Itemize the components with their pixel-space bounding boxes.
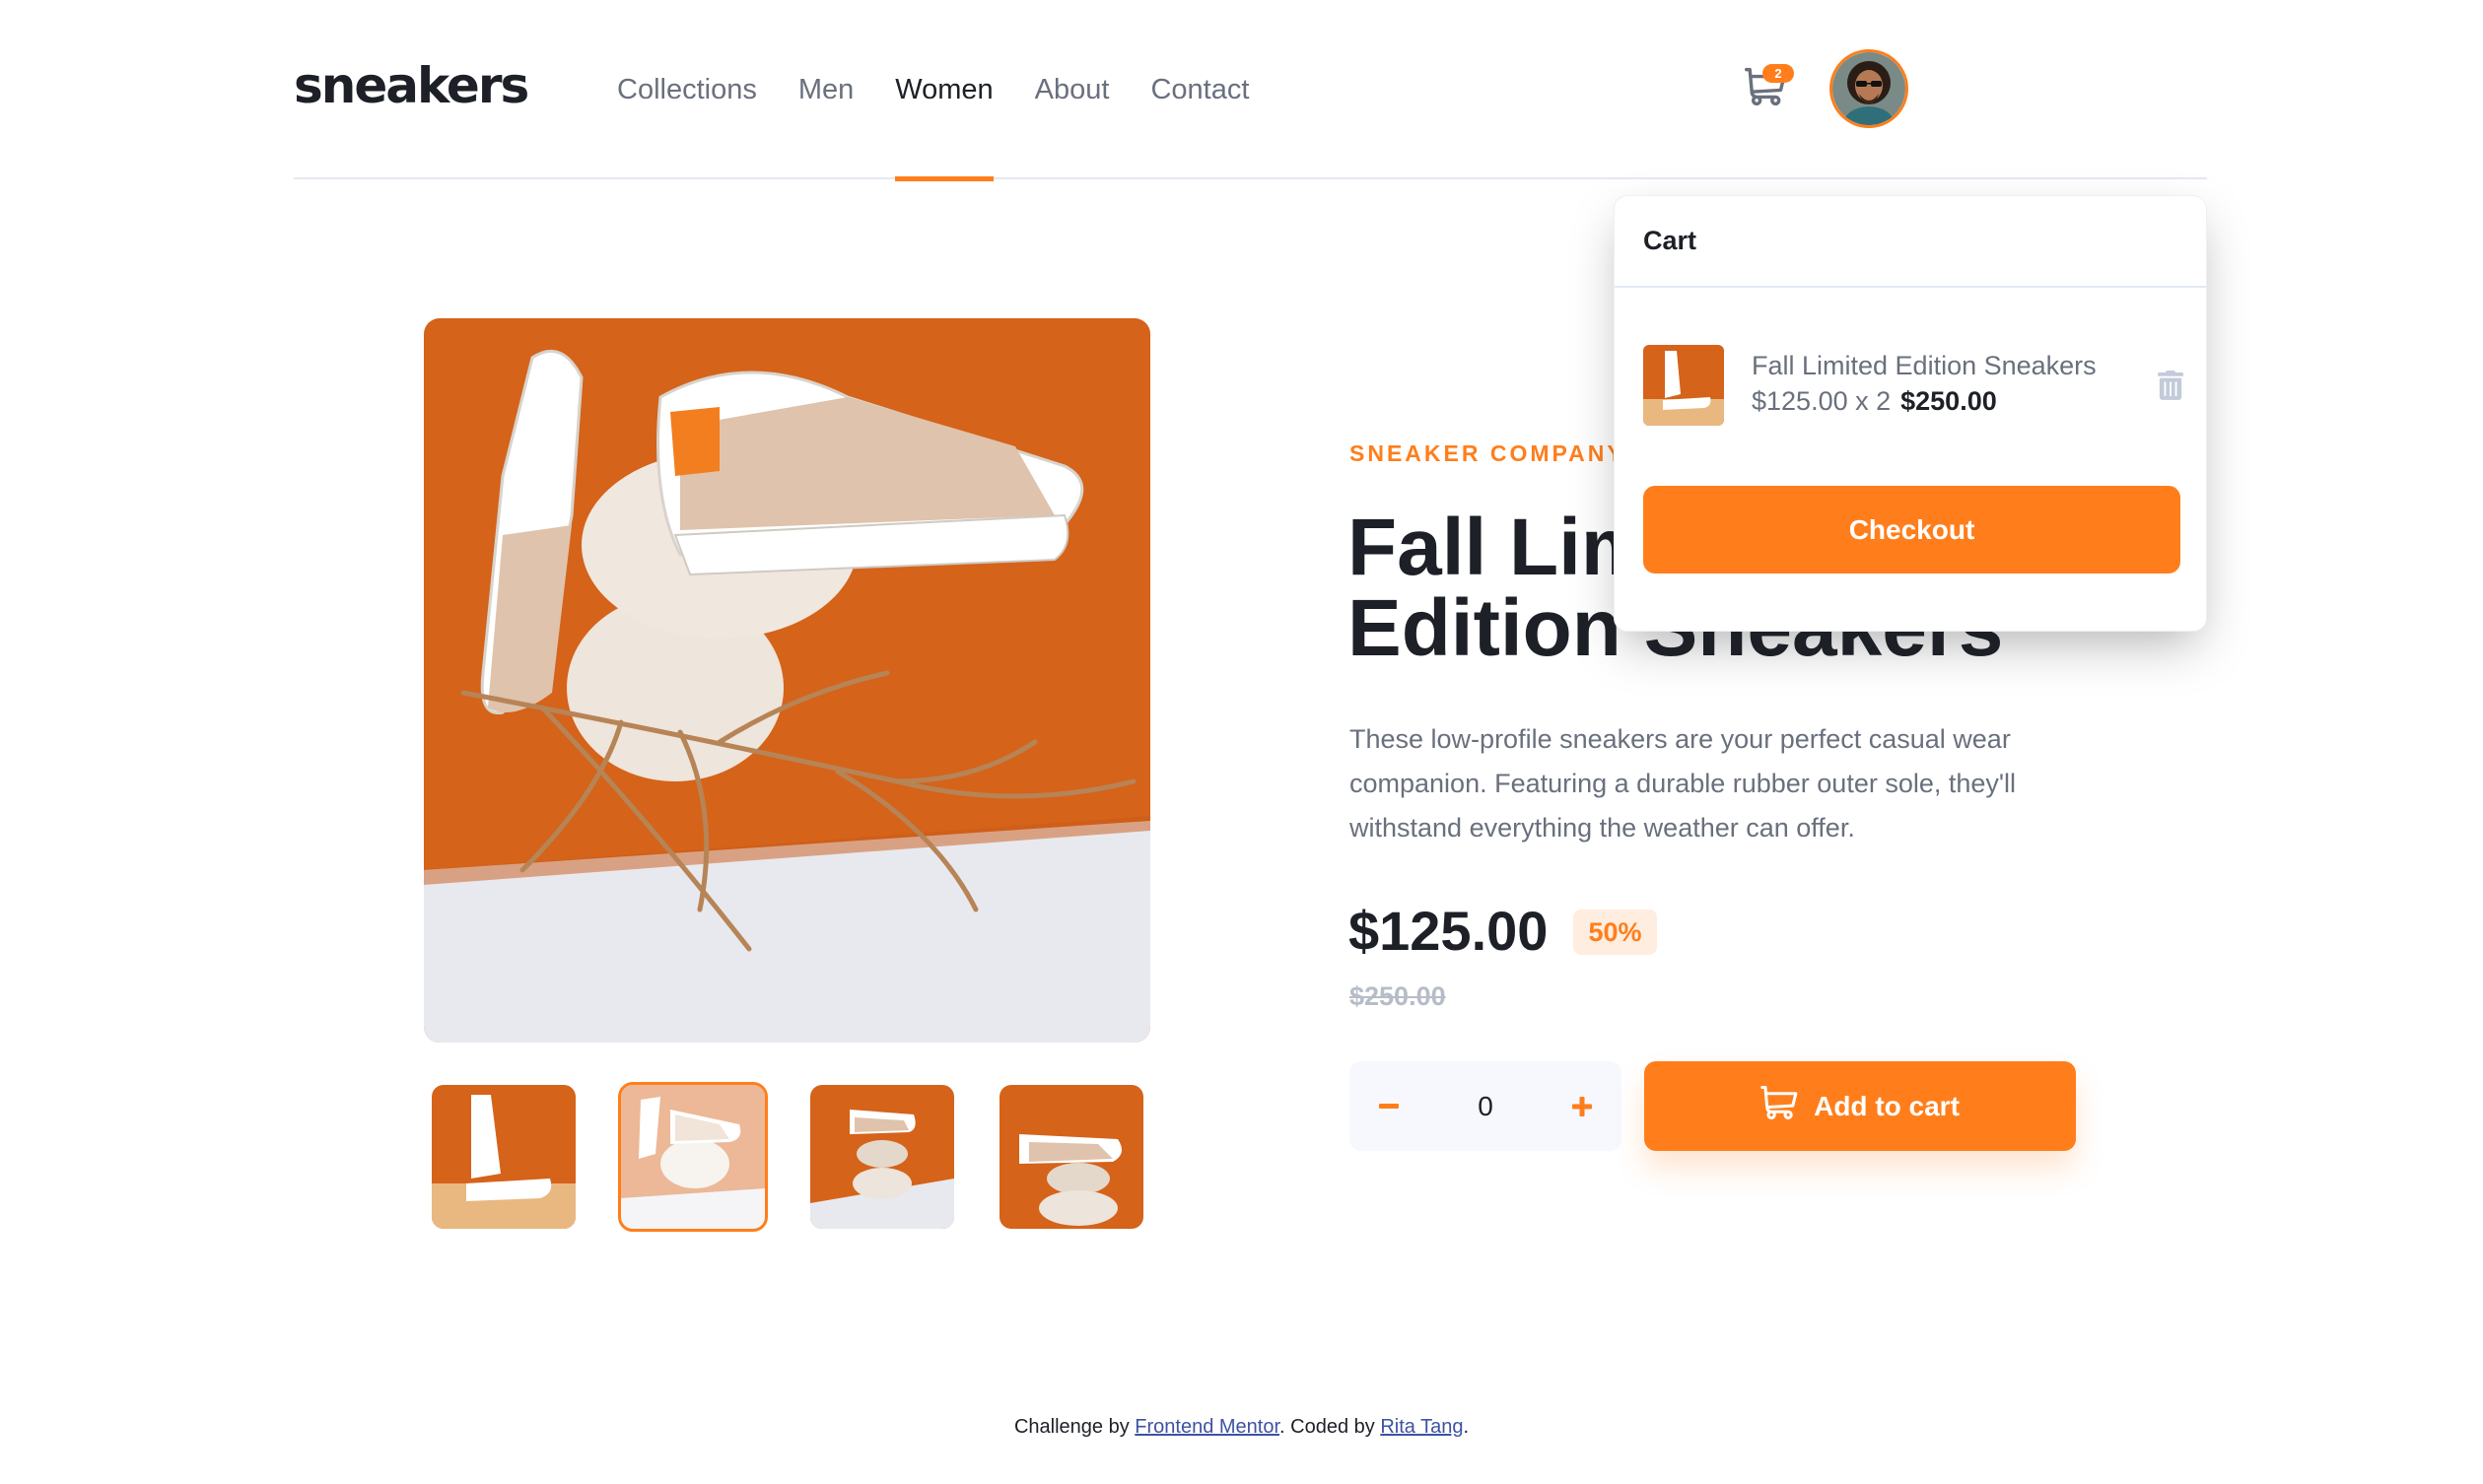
attribution-footer: Challenge by Frontend Mentor. Coded by R… <box>0 1416 2483 1439</box>
user-avatar[interactable] <box>1829 49 1908 128</box>
cart-item-name: Fall Limited Edition Sneakers <box>1752 351 2097 380</box>
frontend-mentor-link[interactable]: Frontend Mentor <box>1135 1416 1279 1438</box>
cart-item-total: $250.00 <box>1900 386 1997 416</box>
nav-women[interactable]: Women <box>895 0 995 181</box>
main-product-image[interactable] <box>424 318 1150 1043</box>
thumbnail-3[interactable] <box>810 1085 954 1229</box>
thumbnail-4[interactable] <box>1000 1085 1143 1229</box>
cart-icon <box>1760 1086 1814 1126</box>
logo[interactable]: sneakers <box>294 57 529 114</box>
add-to-cart-label: Add to cart <box>1814 1090 1960 1121</box>
plus-icon[interactable] <box>1543 1061 1621 1151</box>
product-description: These low-profile sneakers are your perf… <box>1349 724 2017 843</box>
nav-men[interactable]: Men <box>798 0 854 179</box>
author-link[interactable]: Rita Tang <box>1380 1416 1463 1438</box>
add-to-cart-button[interactable]: Add to cart <box>1644 1061 2076 1151</box>
current-price: $125.00 <box>1348 900 1549 962</box>
cart-title: Cart <box>1615 196 2206 288</box>
thumbnail-2[interactable] <box>618 1082 768 1232</box>
discount-badge: 50% <box>1573 910 1657 955</box>
minus-icon[interactable] <box>1349 1061 1428 1151</box>
delete-icon[interactable] <box>2158 371 2183 400</box>
thumbnail-1[interactable] <box>432 1085 576 1229</box>
checkout-button[interactable]: Checkout <box>1643 486 2180 573</box>
nav-about[interactable]: About <box>1035 0 1110 179</box>
quantity-value: 0 <box>1478 1091 1493 1121</box>
product-page: sneakers Collections Men Women About Con… <box>0 0 2483 1484</box>
cart-count-badge: 2 <box>1762 64 1794 83</box>
nav-contact[interactable]: Contact <box>1150 0 1249 179</box>
cart-item-price-line: $125.00 x 2 $250.00 <box>1752 386 1997 417</box>
nav-collections[interactable]: Collections <box>617 0 757 179</box>
company-name: SNEAKER COMPANY <box>1349 440 1625 466</box>
cart-item-unit: $125.00 x 2 <box>1752 386 1892 416</box>
main-nav: Collections Men Women About Contact <box>617 0 1290 181</box>
quantity-stepper: 0 <box>1349 1061 1621 1151</box>
cart-item: Fall Limited Edition Sneakers $125.00 x … <box>1643 345 2183 426</box>
original-price: $250.00 <box>1349 981 1446 1011</box>
cart-dropdown: Cart Fall Limited Edition Sneakers $125.… <box>1614 195 2207 632</box>
footer-suffix: . <box>1463 1416 1470 1438</box>
footer-prefix: Challenge by <box>1013 1416 1136 1438</box>
footer-middle: . Coded by <box>1279 1416 1381 1438</box>
cart-item-thumbnail <box>1643 345 1724 426</box>
site-header: sneakers Collections Men Women About Con… <box>294 0 2207 181</box>
